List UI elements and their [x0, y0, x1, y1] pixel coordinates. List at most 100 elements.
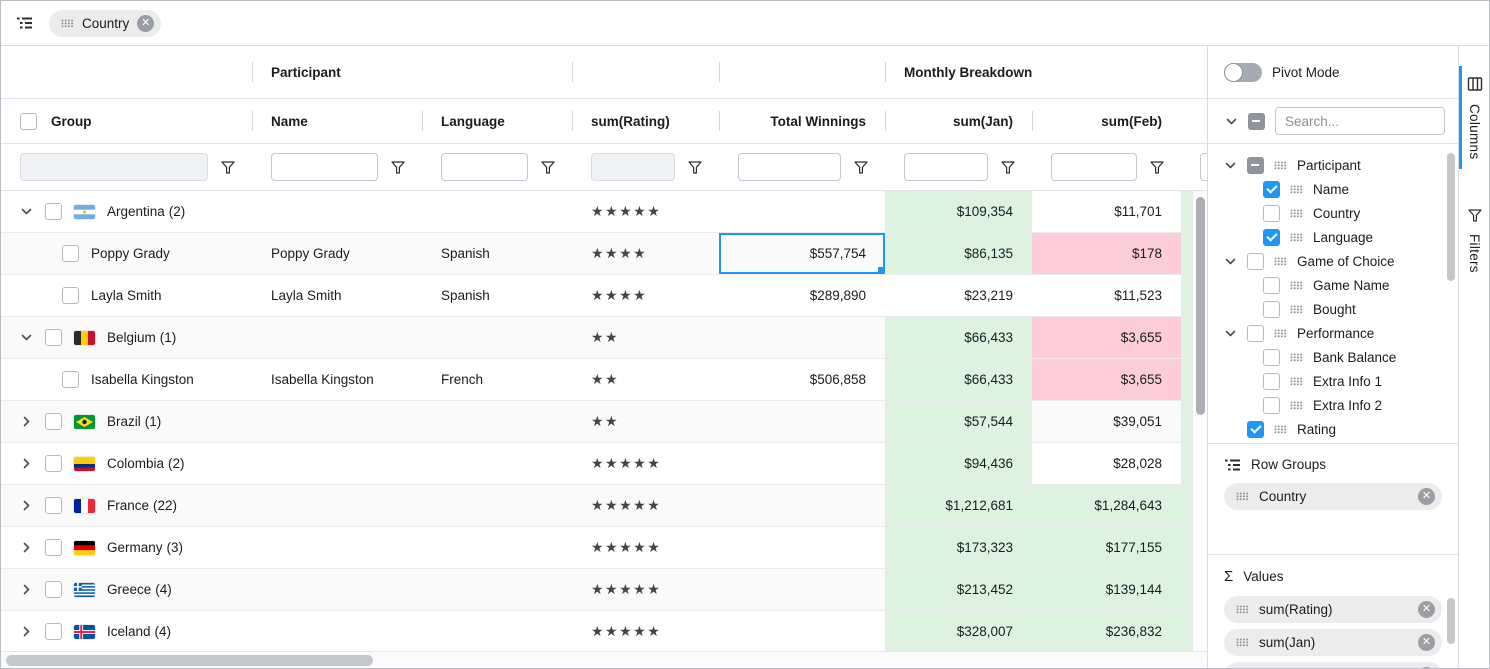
pivot-mode-toggle[interactable]	[1224, 63, 1262, 82]
cell-group[interactable]: Belgium(1)	[1, 317, 252, 358]
vertical-scrollbar-thumb[interactable]	[1196, 197, 1205, 415]
chevron-right-icon[interactable]	[20, 541, 33, 554]
cell-language[interactable]	[422, 401, 572, 442]
cell-sum-feb[interactable]: $28,028	[1032, 443, 1181, 484]
column-tree-item-country[interactable]: Country	[1208, 201, 1458, 225]
cell-name[interactable]	[252, 611, 422, 652]
column-checkbox-unchecked[interactable]	[1263, 349, 1280, 366]
chevron-right-icon[interactable]	[20, 457, 33, 470]
group-row[interactable]: Greece(4)★★★★★$213,452$139,144	[1, 569, 1207, 611]
chevron-down-icon[interactable]	[20, 331, 33, 344]
cell-total-winnings[interactable]	[719, 485, 885, 526]
drag-grip-icon[interactable]	[1236, 605, 1249, 614]
cell-rating[interactable]: ★★★★★	[572, 485, 719, 526]
row-checkbox[interactable]	[45, 413, 62, 430]
column-tree-item-rating[interactable]: Rating	[1208, 417, 1458, 441]
cell-sum-feb[interactable]: $3,655	[1032, 317, 1181, 358]
column-header-sum-jan-[interactable]: sum(Jan)	[885, 99, 1032, 143]
cell-language[interactable]	[422, 527, 572, 568]
filter-funnel-icon[interactable]	[1150, 161, 1164, 174]
cell-rating[interactable]: ★★★★★	[572, 569, 719, 610]
group-row[interactable]: Iceland(4)★★★★★$328,007$236,832	[1, 611, 1207, 653]
cell-total-winnings[interactable]	[719, 401, 885, 442]
column-tree-item-game-name[interactable]: Game Name	[1208, 273, 1458, 297]
group-row[interactable]: Brazil(1)★★$57,544$39,051	[1, 401, 1207, 443]
value-chip-country[interactable]: Country✕	[1224, 483, 1442, 510]
cell-rating[interactable]: ★★★★★	[572, 611, 719, 652]
cell-sum-jan[interactable]: $66,433	[885, 359, 1032, 400]
cell-rating[interactable]: ★★	[572, 317, 719, 358]
horizontal-scrollbar[interactable]	[1, 651, 1207, 668]
cell-sum-jan[interactable]: $23,219	[885, 275, 1032, 316]
cell-rating[interactable]: ★★★★★	[572, 527, 719, 568]
remove-chip-icon[interactable]: ✕	[1418, 634, 1435, 651]
column-tree-item-name[interactable]: Name	[1208, 177, 1458, 201]
select-all-columns-checkbox[interactable]	[1248, 113, 1265, 130]
cell-name[interactable]	[252, 443, 422, 484]
column-tree-item-bought[interactable]: Bought	[1208, 297, 1458, 321]
cell-group[interactable]: Colombia(2)	[1, 443, 252, 484]
chevron-down-icon[interactable]	[1224, 159, 1237, 172]
cell-group[interactable]: Isabella Kingston	[1, 359, 252, 400]
drag-grip-icon[interactable]	[1290, 233, 1303, 242]
column-checkbox-unchecked[interactable]	[1263, 301, 1280, 318]
cell-language[interactable]	[422, 191, 572, 232]
column-checkbox-indeterminate[interactable]	[1247, 157, 1264, 174]
cell-sum-jan[interactable]: $173,323	[885, 527, 1032, 568]
column-tree-item-bank-balance[interactable]: Bank Balance	[1208, 345, 1458, 369]
drag-grip-icon[interactable]	[1290, 305, 1303, 314]
cell-total-winnings[interactable]	[719, 443, 885, 484]
row-checkbox[interactable]	[45, 203, 62, 220]
column-checkbox-checked[interactable]	[1263, 181, 1280, 198]
filter-input[interactable]	[1051, 153, 1137, 181]
cell-language[interactable]	[422, 569, 572, 610]
filter-input[interactable]	[904, 153, 988, 181]
drag-grip-icon[interactable]	[1236, 492, 1249, 501]
cell-total-winnings[interactable]	[719, 527, 885, 568]
cell-rating[interactable]: ★★★★	[572, 233, 719, 274]
drag-grip-icon[interactable]	[1290, 209, 1303, 218]
vertical-scrollbar[interactable]	[1192, 191, 1207, 653]
filter-funnel-icon[interactable]	[688, 161, 702, 174]
row-checkbox[interactable]	[45, 623, 62, 640]
group-row[interactable]: France(22)★★★★★$1,212,681$1,284,643	[1, 485, 1207, 527]
cell-language[interactable]	[422, 443, 572, 484]
column-search-input[interactable]	[1275, 107, 1445, 135]
cell-sum-jan[interactable]: $57,544	[885, 401, 1032, 442]
drag-grip-icon[interactable]	[1290, 281, 1303, 290]
cell-sum-feb[interactable]: $1,284,643	[1032, 485, 1181, 526]
chevron-down-icon[interactable]	[1224, 327, 1237, 340]
chevron-down-icon[interactable]	[1224, 255, 1237, 268]
row-checkbox[interactable]	[62, 371, 79, 388]
chevron-down-icon[interactable]	[1225, 115, 1238, 128]
remove-chip-icon[interactable]: ✕	[1418, 601, 1435, 618]
drag-grip-icon[interactable]	[61, 19, 74, 28]
cell-sum-feb[interactable]: $11,523	[1032, 275, 1181, 316]
drag-grip-icon[interactable]	[1274, 329, 1287, 338]
remove-chip-icon[interactable]: ✕	[137, 15, 154, 32]
cell-sum-feb[interactable]: $39,051	[1032, 401, 1181, 442]
filter-input[interactable]	[271, 153, 378, 181]
group-chip-country[interactable]: Country ✕	[49, 10, 161, 37]
table-row[interactable]: Isabella KingstonIsabella KingstonFrench…	[1, 359, 1207, 401]
column-group-header[interactable]: Monthly Breakdown	[885, 46, 1207, 98]
cell-sum-jan[interactable]: $66,433	[885, 317, 1032, 358]
tree-scrollbar-thumb[interactable]	[1447, 153, 1455, 281]
cell-rating[interactable]: ★★★★	[572, 275, 719, 316]
select-all-rows-checkbox[interactable]	[20, 113, 37, 130]
column-checkbox-unchecked[interactable]	[1263, 277, 1280, 294]
row-checkbox[interactable]	[62, 245, 79, 262]
column-tree-item-extra-info-1[interactable]: Extra Info 1	[1208, 369, 1458, 393]
column-group-header[interactable]	[719, 46, 885, 98]
row-checkbox[interactable]	[45, 539, 62, 556]
filter-input[interactable]	[1200, 153, 1207, 181]
column-checkbox-unchecked[interactable]	[1263, 373, 1280, 390]
cell-sum-jan[interactable]: $86,135	[885, 233, 1032, 274]
drag-grip-icon[interactable]	[1290, 353, 1303, 362]
cell-rating[interactable]: ★★★★★	[572, 443, 719, 484]
cell-name[interactable]: Isabella Kingston	[252, 359, 422, 400]
filter-funnel-icon[interactable]	[221, 161, 235, 174]
column-checkbox-checked[interactable]	[1247, 421, 1264, 438]
cell-total-winnings[interactable]: $506,858	[719, 359, 885, 400]
filter-input[interactable]	[738, 153, 841, 181]
